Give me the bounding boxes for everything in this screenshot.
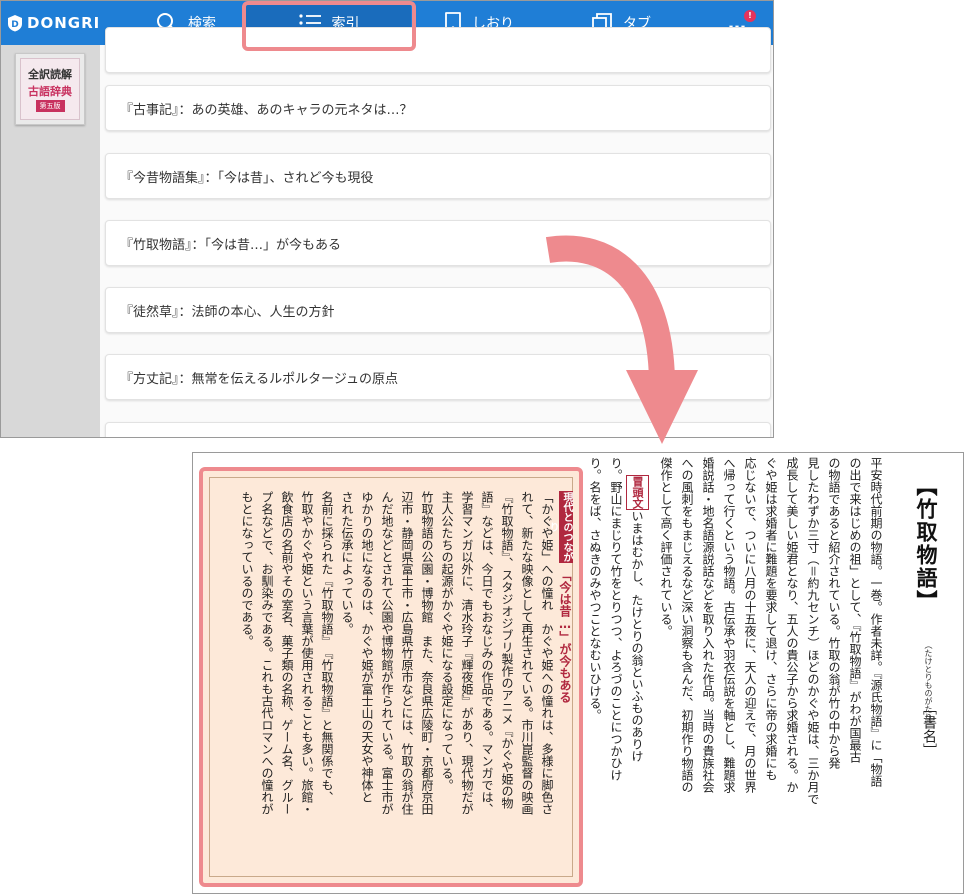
entry-body-line: 見したわずか三寸（＝約九センチ）ほどのかぐや姫は、三か月で (806, 457, 820, 805)
entry-body-line: 平安時代前期の物語。一巻。作者未詳。『源氏物語』に「物語 (869, 457, 883, 787)
cover-title-line1: 全訳読解 (28, 68, 72, 81)
logo-text: DONGRI (27, 14, 101, 32)
notification-badge: ! (744, 10, 756, 22)
entry-body-line: 婚説話・地名語源説話などを取り入れた作品。当時の貴族社会 (701, 457, 715, 793)
sidebar: 全訳読解 古語辞典 第五版 (1, 45, 100, 437)
column-text-line: もとになっているのである。 (240, 491, 254, 647)
column-text-line: プ名などで、お馴染みである。これも古代ロマンへの憧れが (260, 491, 274, 815)
column-text-line: 主人公たちの起源がかぐや姫になる設定になっている。 (440, 491, 454, 791)
column-text-line: ゆかりの地になるのは、かぐや姫が富士山の天女や神体と (360, 491, 374, 803)
column-text-line: 『竹取物語』、スタジオジブリ製作のアニメ『かぐや姫の物 (500, 491, 514, 809)
entry-body-line: の出で来はじめの祖」として、『竹取物語』がわが国最古 (848, 457, 862, 763)
column-text-line: 飲食店の名前やその室名、菓子類の名称、ゲーム名、グルー (280, 491, 294, 815)
entry-body-line: へ帰って行くという物語。古伝承や羽衣伝説を軸とし、難題求 (722, 457, 736, 793)
dongri-shield-icon: D (8, 15, 22, 32)
svg-text:D: D (11, 20, 18, 30)
dongri-logo[interactable]: D DONGRI (7, 1, 100, 45)
opening-text-line: り。野山にまじりて竹をとりつつ、よろづのことにつかひけ (609, 457, 623, 781)
column-text-line: 語』などは、今日でもおなじみの作品である。マンガでは、 (480, 491, 494, 815)
column-text-line: 学習マンガ以外に、清水玲子『輝夜姫』があり、現代物だが (460, 491, 474, 815)
column-text-line: された伝承によっている。 (340, 491, 354, 635)
cover-edition: 第五版 (35, 100, 65, 112)
entry-body-line: への風刺をもまじえるなど深い洞察も含んだ、初期作り物語の (680, 457, 694, 793)
entry-body-line: 傑作として高く評価されている。 (659, 457, 673, 637)
index-highlight-frame (242, 1, 416, 51)
column-tag: 現代とのつながり (547, 491, 573, 563)
entry-category: ［書名］ (921, 701, 937, 757)
column-text-line: 竹取やかぐや姫という言葉が使用されることも多い。旅館・ (300, 491, 314, 815)
arrow-down-icon (545, 235, 698, 444)
column-box: 現代とのつながり 「今は昔…」が今もある 「かぐや姫」への憧れ かぐや姫への憧れ… (199, 467, 583, 887)
column-text-line: 辺市・静岡県富士市・広島県竹原市などには、竹取の翁が住 (400, 491, 414, 815)
entry-body-line: ぐや姫は求婚者に難題を要求して退け、さらに帝の求婚にも (764, 457, 778, 781)
list-item-partial[interactable] (105, 27, 771, 73)
list-item[interactable]: 『今昔物語集』：「今は昔」、されど今も現役 (105, 153, 771, 199)
cover-art: 全訳読解 古語辞典 第五版 (20, 58, 80, 120)
opening-text-line: 冒頭文いまはむかし、たけとりの翁といふものありけ (626, 475, 649, 762)
entry-title: 【竹取物語】 (914, 475, 938, 613)
column-text-line: 竹取物語の公園・博物館 また、奈良県広陵町・京都府京田 (420, 491, 434, 815)
dictionary-cover[interactable]: 全訳読解 古語辞典 第五版 (15, 53, 85, 125)
cover-title-line2: 古語辞典 (28, 85, 72, 98)
column-text-line: れて、新たな映像として再生されている。市川崑監督の映画 (520, 491, 534, 815)
opening-text-line: り。名をば、さぬきのみやつことなむいひける。 (588, 457, 602, 721)
list-item[interactable]: 『古事記』：あの英雄、あのキャラの元ネタは…？ (105, 85, 771, 131)
entry-body-line: の物語であると紹介されている。竹取の翁が竹の中から発 (827, 457, 841, 769)
entry-body-line: 成長して美しい姫君となり、五人の貴公子から求婚される。か (785, 457, 799, 793)
column-text-line: 「かぐや姫」への憧れ かぐや姫への憧れは、多様に脚色さ (540, 491, 554, 815)
column-text-line: んだ地などとされて公園や博物館が作られている。富士市が (380, 491, 394, 815)
column-text-line: 名前に採られた『竹取物語』 『竹取物語』と無関係でも、 (320, 491, 334, 803)
entry-body-line: 応じないで、ついに八月の十五夜に、天人の迎えで、月の世界 (743, 457, 757, 793)
column-heading: 「今は昔…」が今もある (558, 569, 572, 703)
opening-line-text: いまはむかし、たけとりの翁といふものありけ (630, 510, 644, 762)
opening-label: 冒頭文 (626, 475, 649, 510)
dictionary-page: 【竹取物語】 （たけとりものがたり） ［書名］ 平安時代前期の物語。一巻。作者未… (192, 452, 964, 894)
